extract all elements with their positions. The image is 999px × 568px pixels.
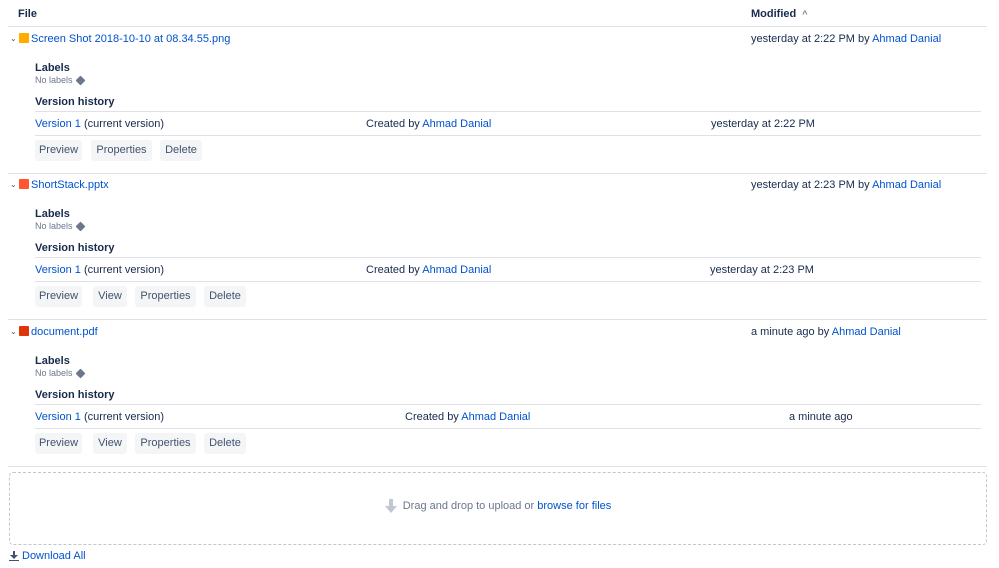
labels-heading: Labels (35, 208, 70, 220)
file-row: ⌄ Screen Shot 2018-10-10 at 08.34.55.png… (8, 27, 987, 174)
collapse-chevron-icon[interactable]: ⌄ (10, 34, 17, 43)
preview-button[interactable]: Preview (35, 286, 82, 307)
created-by: Created by Ahmad Danial (405, 411, 530, 423)
version-row: Version 1 (current version) Created by A… (35, 257, 981, 282)
created-by: Created by Ahmad Danial (366, 264, 491, 276)
current-version-text: (current version) (83, 411, 165, 423)
modified-user-link[interactable]: Ahmad Danial (832, 326, 901, 338)
delete-button[interactable]: Delete (160, 140, 202, 161)
labels-value: No labels (35, 368, 85, 379)
preview-button[interactable]: Preview (35, 433, 82, 454)
download-arrow-icon (384, 499, 397, 513)
current-version-text: (current version) (83, 118, 165, 130)
tag-icon[interactable] (75, 75, 85, 86)
modified-text: a minute ago by (751, 326, 830, 338)
version-link[interactable]: Version 1 (35, 411, 81, 423)
dropzone-content: Drag and drop to upload or browse for fi… (10, 499, 986, 513)
dropzone-text: Drag and drop to upload or (402, 499, 535, 512)
created-by-text: Created by (366, 118, 420, 130)
labels-value: No labels (35, 75, 85, 86)
version-date: yesterday at 2:23 PM (710, 264, 814, 276)
version-cell: Version 1 (current version) (35, 411, 164, 423)
browse-files-link[interactable]: browse for files (537, 500, 611, 512)
presentation-file-icon (19, 179, 29, 189)
properties-button[interactable]: Properties (135, 433, 196, 454)
image-file-icon (19, 33, 29, 43)
version-date: a minute ago (789, 411, 853, 423)
collapse-chevron-icon[interactable]: ⌄ (10, 327, 17, 336)
preview-button[interactable]: Preview (35, 140, 82, 161)
labels-heading: Labels (35, 62, 70, 74)
modified-user-link[interactable]: Ahmad Danial (872, 33, 941, 45)
no-labels-text: No labels (35, 75, 73, 85)
version-date: yesterday at 2:22 PM (711, 118, 815, 130)
file-row: ⌄ document.pdf a minute ago by Ahmad Dan… (8, 320, 987, 467)
download-icon (9, 550, 19, 562)
created-by: Created by Ahmad Danial (366, 118, 491, 130)
tag-icon[interactable] (75, 368, 85, 379)
pdf-file-icon (19, 326, 29, 336)
file-table-header: File Modified ^ (8, 0, 987, 27)
file-modified: a minute ago by Ahmad Danial (751, 326, 901, 338)
view-button[interactable]: View (93, 286, 127, 307)
version-history-heading: Version history (35, 96, 115, 108)
created-by-user-link[interactable]: Ahmad Danial (461, 411, 530, 423)
modified-header-label: Modified (751, 8, 797, 20)
modified-column-header[interactable]: Modified ^ (751, 8, 807, 20)
modified-user-link[interactable]: Ahmad Danial (872, 179, 941, 191)
created-by-text: Created by (366, 264, 420, 276)
file-name-link[interactable]: ShortStack.pptx (31, 179, 109, 191)
version-link[interactable]: Version 1 (35, 264, 81, 276)
version-history-heading: Version history (35, 242, 115, 254)
modified-text: yesterday at 2:23 PM by (751, 179, 870, 191)
download-all-link[interactable]: Download All (9, 550, 86, 562)
created-by-text: Created by (405, 411, 459, 423)
delete-button[interactable]: Delete (204, 286, 246, 307)
delete-button[interactable]: Delete (204, 433, 246, 454)
labels-heading: Labels (35, 355, 70, 367)
file-column-header[interactable]: File (18, 8, 37, 20)
version-history-heading: Version history (35, 389, 115, 401)
no-labels-text: No labels (35, 368, 73, 378)
created-by-user-link[interactable]: Ahmad Danial (422, 118, 491, 130)
current-version-text: (current version) (83, 264, 165, 276)
file-name-link[interactable]: document.pdf (31, 326, 98, 338)
file-modified: yesterday at 2:22 PM by Ahmad Danial (751, 33, 941, 45)
upload-dropzone[interactable]: Drag and drop to upload or browse for fi… (9, 472, 987, 545)
download-all-label: Download All (22, 550, 86, 562)
modified-text: yesterday at 2:22 PM by (751, 33, 870, 45)
sort-ascending-icon: ^ (802, 9, 808, 19)
created-by-user-link[interactable]: Ahmad Danial (422, 264, 491, 276)
collapse-chevron-icon[interactable]: ⌄ (10, 180, 17, 189)
no-labels-text: No labels (35, 221, 73, 231)
file-row: ⌄ ShortStack.pptx yesterday at 2:23 PM b… (8, 173, 987, 320)
labels-value: No labels (35, 221, 85, 232)
tag-icon[interactable] (75, 221, 85, 232)
version-link[interactable]: Version 1 (35, 118, 81, 130)
version-cell: Version 1 (current version) (35, 264, 164, 276)
view-button[interactable]: View (93, 433, 127, 454)
properties-button[interactable]: Properties (91, 140, 152, 161)
version-row: Version 1 (current version) Created by A… (35, 111, 981, 136)
version-row: Version 1 (current version) Created by A… (35, 404, 981, 429)
file-name-link[interactable]: Screen Shot 2018-10-10 at 08.34.55.png (31, 33, 230, 45)
version-cell: Version 1 (current version) (35, 118, 164, 130)
properties-button[interactable]: Properties (135, 286, 196, 307)
file-modified: yesterday at 2:23 PM by Ahmad Danial (751, 179, 941, 191)
